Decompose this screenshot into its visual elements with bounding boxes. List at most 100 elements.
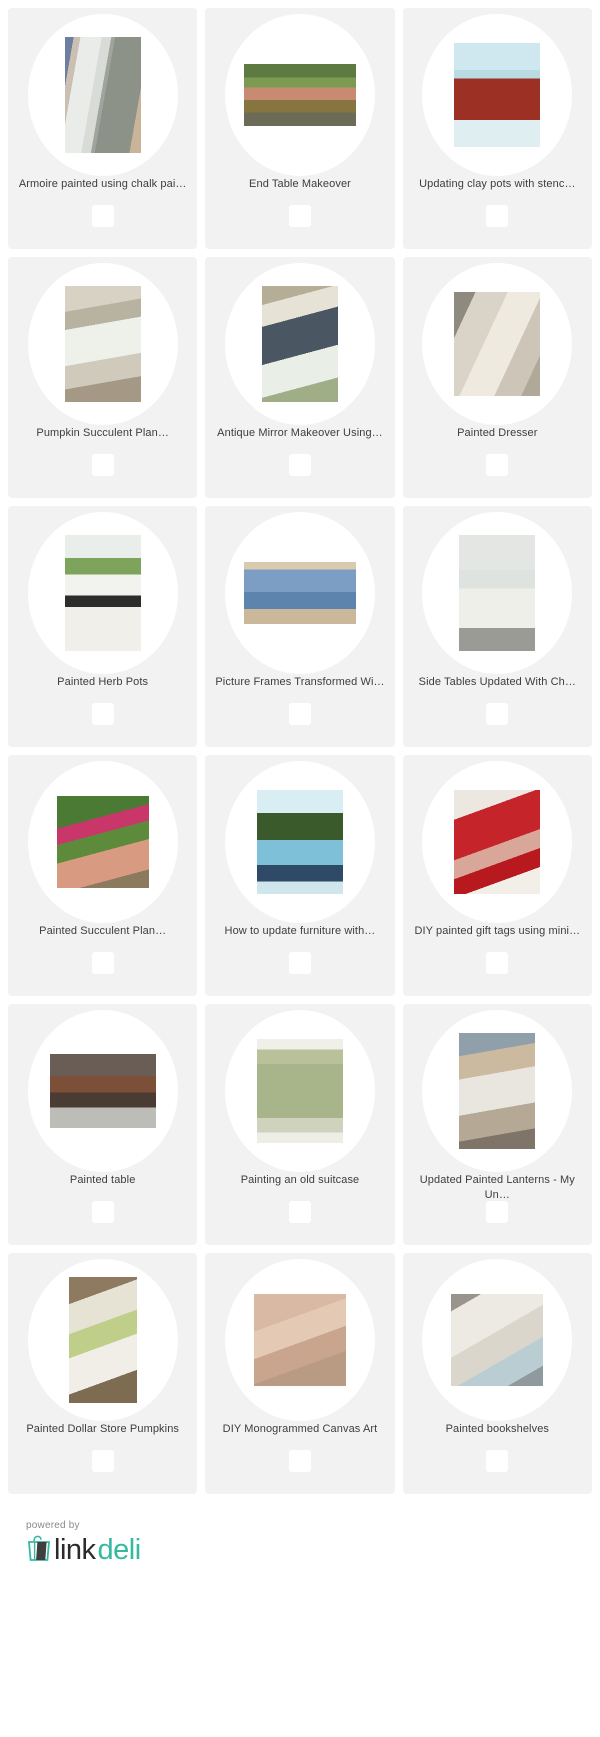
antique-mirror-thumbnail[interactable]: [261, 286, 338, 402]
product-action-button[interactable]: [486, 703, 509, 725]
circle-mask: [224, 263, 375, 425]
product-card[interactable]: Painted Herb Pots: [8, 506, 198, 747]
product-image-area: [8, 8, 197, 176]
product-card[interactable]: Painted table: [8, 1004, 198, 1245]
product-card[interactable]: End Table Makeover: [205, 8, 395, 249]
product-action-button[interactable]: [486, 1201, 509, 1223]
circle-mask: [422, 512, 573, 674]
product-action-button[interactable]: [288, 703, 311, 725]
product-card[interactable]: Picture Frames Transformed Wi…: [205, 506, 395, 747]
product-action-button[interactable]: [288, 952, 311, 974]
circle-mask: [27, 263, 178, 425]
product-title: Painted table: [69, 1174, 136, 1186]
update-furniture-thumbnail[interactable]: [256, 790, 343, 894]
shopping-bag-icon: [26, 1534, 52, 1567]
circle-mask: [422, 1010, 573, 1172]
product-action-button[interactable]: [91, 1201, 114, 1223]
circle-mask: [224, 1259, 375, 1421]
product-image-area: [403, 1004, 592, 1172]
circle-mask: [224, 14, 375, 176]
circle-mask: [422, 263, 573, 425]
product-title: Updated Painted Lanterns - My Un…: [419, 1174, 575, 1201]
picture-frames-thumbnail[interactable]: [243, 562, 356, 624]
product-title: DIY Monogrammed Canvas Art: [222, 1423, 378, 1435]
product-card[interactable]: Updated Painted Lanterns - My Un…: [402, 1004, 592, 1245]
product-card[interactable]: Painted bookshelves: [402, 1253, 592, 1494]
armoire-thumbnail[interactable]: [64, 37, 141, 153]
product-action-button[interactable]: [288, 1450, 311, 1472]
product-card[interactable]: Updating clay pots with stenc…: [402, 8, 592, 249]
circle-mask: [27, 1010, 178, 1172]
product-title: Armoire painted using chalk pai…: [18, 178, 187, 190]
circle-mask: [27, 761, 178, 923]
end-table-thumbnail[interactable]: [243, 64, 356, 126]
product-image-area: [205, 506, 394, 674]
product-image-area: [403, 755, 592, 923]
clay-pots-thumbnail[interactable]: [454, 43, 541, 147]
product-card[interactable]: Painted Dresser: [402, 257, 592, 498]
product-card-grid: Armoire painted using chalk pai… End Tabl…: [0, 0, 600, 1494]
product-card[interactable]: Painting an old suitcase: [205, 1004, 395, 1245]
side-tables-thumbnail[interactable]: [459, 535, 536, 651]
old-suitcase-thumbnail[interactable]: [256, 1039, 343, 1143]
product-action-button[interactable]: [486, 454, 509, 476]
product-card[interactable]: Painted Dollar Store Pumpkins: [8, 1253, 198, 1494]
pumpkin-succulent-thumbnail[interactable]: [64, 286, 141, 402]
product-image-area: [403, 257, 592, 425]
product-action-button[interactable]: [486, 952, 509, 974]
logo-text-link: link: [54, 1534, 96, 1566]
product-card[interactable]: Side Tables Updated With Ch…: [402, 506, 592, 747]
product-card[interactable]: DIY Monogrammed Canvas Art: [205, 1253, 395, 1494]
painted-succulent-thumbnail[interactable]: [56, 796, 149, 888]
product-action-button[interactable]: [91, 454, 114, 476]
product-title: Painted Dollar Store Pumpkins: [26, 1423, 180, 1435]
product-action-button[interactable]: [486, 205, 509, 227]
product-action-button[interactable]: [91, 703, 114, 725]
product-action-button[interactable]: [288, 454, 311, 476]
dollar-store-pumpkins-thumbnail[interactable]: [68, 1277, 137, 1403]
product-image-area: [403, 1253, 592, 1421]
product-action-button[interactable]: [91, 952, 114, 974]
product-action-button[interactable]: [91, 1450, 114, 1472]
product-title: Painted Dresser: [457, 427, 538, 439]
circle-mask: [224, 1010, 375, 1172]
product-title: Updating clay pots with stenc…: [419, 178, 576, 190]
product-title: Pumpkin Succulent Plan…: [36, 427, 169, 439]
circle-mask: [422, 761, 573, 923]
product-image-area: [8, 257, 197, 425]
monogrammed-canvas-thumbnail[interactable]: [253, 1294, 346, 1386]
product-card[interactable]: Antique Mirror Makeover Using…: [205, 257, 395, 498]
product-title: Painted Succulent Plan…: [39, 925, 167, 937]
product-action-button[interactable]: [91, 205, 114, 227]
product-title: Painting an old suitcase: [240, 1174, 360, 1186]
footer: powered by link deli: [0, 1520, 600, 1567]
linkdeli-logo[interactable]: link deli: [26, 1534, 600, 1567]
product-card[interactable]: How to update furniture with…: [205, 755, 395, 996]
product-image-area: [8, 1253, 197, 1421]
product-card[interactable]: DIY painted gift tags using mini…: [402, 755, 592, 996]
product-image-area: [403, 8, 592, 176]
herb-pots-thumbnail[interactable]: [64, 535, 141, 651]
product-title: End Table Makeover: [249, 178, 351, 190]
gift-tags-thumbnail[interactable]: [454, 790, 541, 894]
product-action-button[interactable]: [288, 205, 311, 227]
product-card[interactable]: Painted Succulent Plan…: [8, 755, 198, 996]
product-image-area: [205, 1253, 394, 1421]
painted-lanterns-thumbnail[interactable]: [459, 1033, 536, 1149]
painted-table-thumbnail[interactable]: [49, 1054, 156, 1128]
product-title: Picture Frames Transformed Wi…: [215, 676, 385, 688]
painted-dresser-thumbnail[interactable]: [454, 292, 541, 396]
logo-text-deli: deli: [97, 1534, 142, 1566]
product-card[interactable]: Armoire painted using chalk pai…: [8, 8, 198, 249]
circle-mask: [27, 14, 178, 176]
product-title: Side Tables Updated With Ch…: [418, 676, 576, 688]
circle-mask: [224, 512, 375, 674]
circle-mask: [27, 1259, 178, 1421]
product-image-area: [8, 1004, 197, 1172]
product-action-button[interactable]: [486, 1450, 509, 1472]
product-card[interactable]: Pumpkin Succulent Plan…: [8, 257, 198, 498]
painted-bookshelves-thumbnail[interactable]: [451, 1294, 544, 1386]
circle-mask: [224, 761, 375, 923]
product-title: Antique Mirror Makeover Using…: [217, 427, 383, 439]
product-action-button[interactable]: [288, 1201, 311, 1223]
